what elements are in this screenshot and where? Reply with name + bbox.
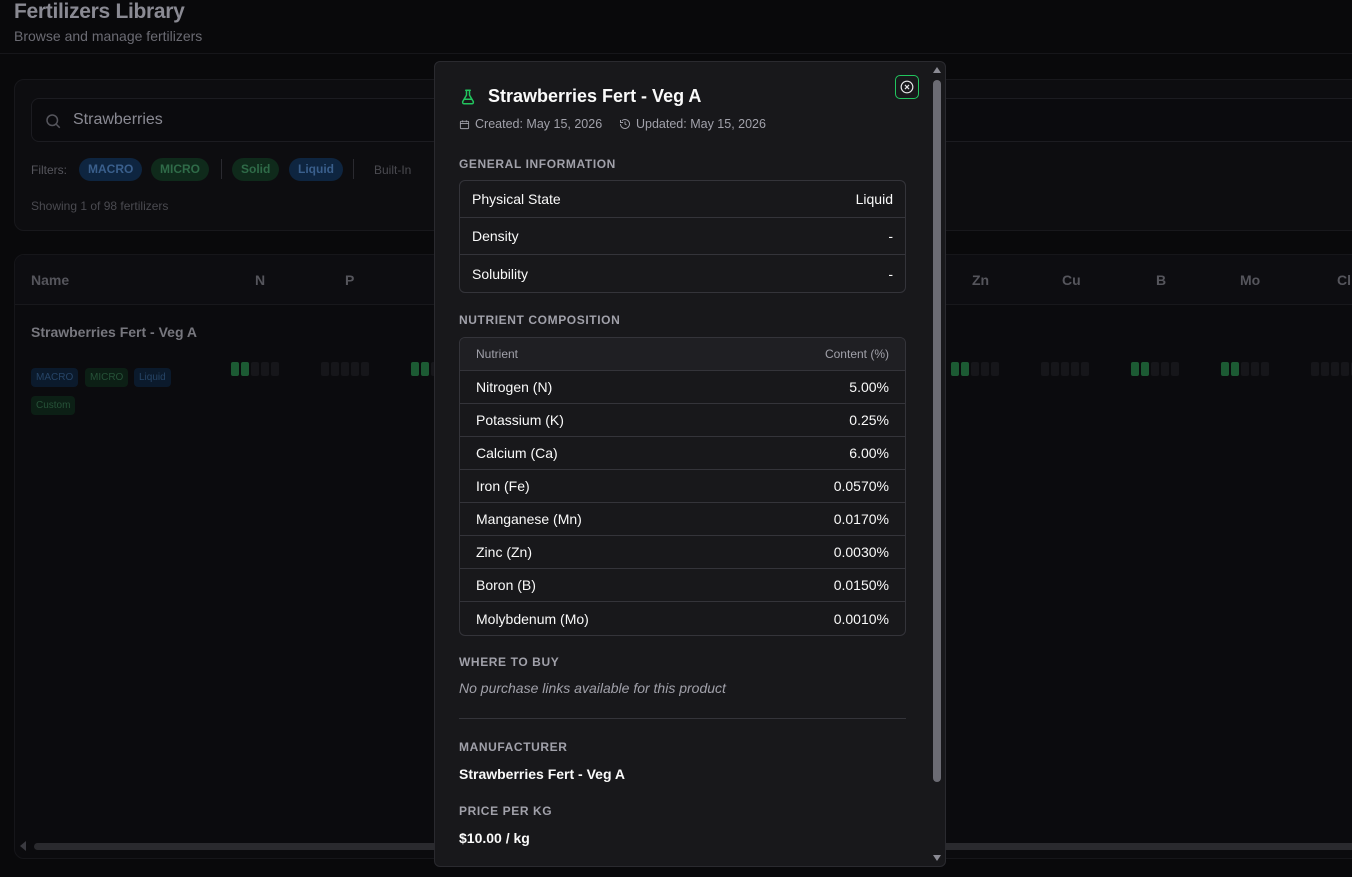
nutrient-value: 0.0010% <box>833 610 889 627</box>
nutrient-name: Manganese (Mn) <box>476 511 582 527</box>
filters-label: Filters: <box>31 163 67 177</box>
nutrient-table: Nutrient Content (%) Nitrogen (N) 5.00% Po… <box>459 337 906 636</box>
nutrient-column-header: Nutrient <box>476 347 519 361</box>
fertilizer-detail-modal: Strawberries Fert - Veg A Created: May 1… <box>434 61 946 867</box>
close-icon <box>900 80 914 94</box>
nutrient-bar-b <box>1131 362 1179 376</box>
scroll-down-icon[interactable] <box>933 855 941 861</box>
info-row-solubility: Solubility - <box>460 255 905 292</box>
calendar-icon <box>459 119 470 129</box>
scroll-left-icon[interactable] <box>20 841 26 851</box>
flask-icon <box>461 89 475 105</box>
modal-scroll-thumb[interactable] <box>933 80 941 782</box>
info-label: Density <box>472 228 519 244</box>
modal-title: Strawberries Fert - Veg A <box>488 86 702 106</box>
page-title: Fertilizers Library <box>14 0 185 23</box>
nutrient-value: 6.00% <box>849 445 889 461</box>
modal-scrollbar[interactable] <box>930 62 944 866</box>
info-label: Solubility <box>472 265 529 282</box>
nutrient-name: Calcium (Ca) <box>476 445 558 461</box>
search-value: Strawberries <box>73 111 163 128</box>
general-info-table: Physical State Liquid Density - Solubility… <box>459 180 906 293</box>
nutrient-bar-mo <box>1221 362 1269 376</box>
updated-text: Updated: May 15, 2026 <box>636 117 766 131</box>
nutrient-bar-cl <box>1311 362 1352 376</box>
section-divider <box>459 718 906 719</box>
nutrient-value: 0.25% <box>849 412 889 428</box>
column-header-cl[interactable]: Cl <box>1337 272 1351 288</box>
filter-chip-liquid[interactable]: Liquid <box>289 158 343 181</box>
table-row: Calcium (Ca) 6.00% <box>460 437 905 470</box>
row-tag-liquid: Liquid <box>134 368 171 387</box>
nutrient-table-header: Nutrient Content (%) <box>460 338 905 371</box>
row-tag-custom: Custom <box>31 396 76 415</box>
header-divider <box>0 53 1352 54</box>
manufacturer-value: Strawberries Fert - Veg A <box>459 766 625 782</box>
no-purchase-links: No purchase links available for this pro… <box>459 680 726 696</box>
table-row: Boron (B) 0.0150% <box>460 569 905 602</box>
scroll-up-icon[interactable] <box>933 67 941 73</box>
price-heading: PRICE PER KG <box>459 804 553 818</box>
chip-divider <box>221 159 222 179</box>
nutrient-bar-p <box>321 362 369 376</box>
info-row-density: Density - <box>460 218 905 255</box>
content-column-header: Content (%) <box>824 347 889 361</box>
table-row-name[interactable]: Strawberries Fert - Veg A <box>31 322 201 342</box>
nutrient-value: 0.0150% <box>833 577 889 593</box>
info-label: Physical State <box>472 191 561 207</box>
nutrient-name: Nitrogen (N) <box>476 379 553 395</box>
info-row-physical-state: Physical State Liquid <box>460 181 905 218</box>
history-icon <box>620 119 630 129</box>
column-header-b[interactable]: B <box>1156 272 1166 288</box>
created-text: Created: May 15, 2026 <box>475 117 603 131</box>
price-value: $10.00 / kg <box>459 830 530 846</box>
table-row: Zinc (Zn) 0.0030% <box>460 536 905 569</box>
info-value: Liquid <box>855 191 893 207</box>
manufacturer-heading: MANUFACTURER <box>459 740 568 754</box>
filter-chip-built-in[interactable]: Built-In <box>374 163 411 177</box>
fertilizers-page: Fertilizers Library Browse and manage fe… <box>0 0 1352 877</box>
table-row: Potassium (K) 0.25% <box>460 404 905 437</box>
nutrient-name: Iron (Fe) <box>476 478 530 494</box>
column-header-cu[interactable]: Cu <box>1062 272 1081 288</box>
created-date: Created: May 15, 2026 <box>459 117 602 131</box>
nutrient-value: 0.0170% <box>833 511 889 527</box>
nutrient-name: Boron (B) <box>476 577 536 593</box>
table-row: Iron (Fe) 0.0570% <box>460 470 905 503</box>
results-count: Showing 1 of 98 fertilizers <box>31 199 169 213</box>
updated-date: Updated: May 15, 2026 <box>619 117 766 131</box>
nutrient-name: Zinc (Zn) <box>476 544 532 560</box>
column-header-name[interactable]: Name <box>31 272 69 288</box>
nutrient-bar-cu <box>1041 362 1089 376</box>
nutrient-value: 0.0570% <box>833 478 889 494</box>
filter-chip-solid[interactable]: Solid <box>232 158 280 181</box>
nutrient-name: Molybdenum (Mo) <box>476 610 589 627</box>
row-tag-macro: MACRO <box>31 368 79 387</box>
search-icon <box>46 114 61 129</box>
nutrient-value: 0.0030% <box>833 544 889 560</box>
nutrient-value: 5.00% <box>849 379 889 395</box>
table-row: Molybdenum (Mo) 0.0010% <box>460 602 905 635</box>
column-header-zn[interactable]: Zn <box>972 272 989 288</box>
close-button[interactable] <box>895 75 919 99</box>
column-header-n[interactable]: N <box>255 272 265 288</box>
chip-divider <box>353 159 354 179</box>
info-value: - <box>888 228 893 244</box>
filter-chip-macro[interactable]: MACRO <box>79 158 143 181</box>
table-row: Nitrogen (N) 5.00% <box>460 371 905 404</box>
column-header-mo[interactable]: Mo <box>1240 272 1260 288</box>
table-row: Manganese (Mn) 0.0170% <box>460 503 905 536</box>
nutrient-name: Potassium (K) <box>476 412 564 428</box>
nutrient-composition-heading: NUTRIENT COMPOSITION <box>459 313 621 327</box>
page-subtitle: Browse and manage fertilizers <box>14 28 203 44</box>
filter-chip-micro[interactable]: MICRO <box>151 158 209 181</box>
column-header-p[interactable]: P <box>345 272 354 288</box>
row-tag-micro: MICRO <box>85 368 129 387</box>
info-value: - <box>888 265 893 282</box>
nutrient-bar-zn <box>951 362 999 376</box>
where-to-buy-heading: WHERE TO BUY <box>459 655 560 669</box>
general-info-heading: GENERAL INFORMATION <box>459 157 616 171</box>
nutrient-bar-n <box>231 362 279 376</box>
